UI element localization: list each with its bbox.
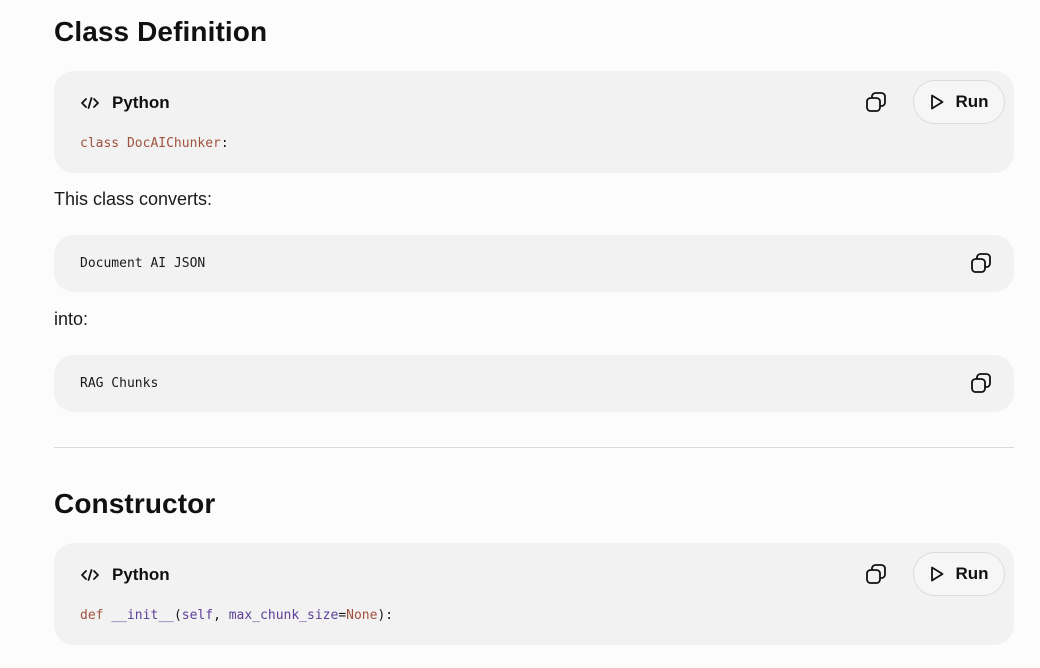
code-content: def __init__(self, max_chunk_size=None): xyxy=(80,608,393,623)
paragraph-text: This class converts: xyxy=(54,189,213,209)
play-icon xyxy=(931,566,944,582)
code-punctuation: , xyxy=(213,608,229,623)
code-parameter: max_chunk_size xyxy=(228,608,339,623)
copy-button[interactable] xyxy=(968,250,994,276)
copy-icon xyxy=(971,373,991,393)
code-class-name: DocAIChunker xyxy=(126,136,221,151)
copy-icon xyxy=(866,92,886,112)
code-punctuation: : xyxy=(220,136,229,151)
plain-code-block-input: Document AI JSON xyxy=(54,235,1014,292)
copy-button[interactable] xyxy=(863,561,889,587)
plain-code-content: Document AI JSON xyxy=(80,256,206,271)
copy-icon xyxy=(971,253,991,273)
play-icon xyxy=(931,94,944,110)
code-block-class-definition: Python class DocAIChunker: Run xyxy=(54,71,1014,173)
code-function-name: __init__ xyxy=(111,608,174,623)
run-button[interactable]: Run xyxy=(913,80,1005,124)
copy-button[interactable] xyxy=(968,370,994,396)
section-heading-constructor: Constructor xyxy=(54,488,216,519)
code-language-label: Python xyxy=(112,93,170,112)
code-default-value: None xyxy=(346,608,378,623)
code-block-header: Python xyxy=(80,565,170,585)
code-self: self xyxy=(181,608,214,623)
code-block-header: Python xyxy=(80,93,170,113)
copy-icon xyxy=(866,564,886,584)
section-heading-class-definition: Class Definition xyxy=(54,16,268,47)
code-keyword: def xyxy=(80,608,104,623)
plain-code-block-output: RAG Chunks xyxy=(54,355,1014,412)
code-icon xyxy=(81,97,99,109)
run-button-label: Run xyxy=(955,564,989,583)
code-icon xyxy=(81,569,99,581)
code-language-label: Python xyxy=(112,565,170,584)
chat-response-page: Class Definition Python class DocAIChunk… xyxy=(0,0,1040,668)
copy-button[interactable] xyxy=(863,89,889,115)
plain-code-content: RAG Chunks xyxy=(80,376,159,391)
code-punctuation: ( xyxy=(173,608,182,623)
run-button[interactable]: Run xyxy=(913,552,1005,596)
code-block-constructor: Python def __init__(self, max_chunk_size… xyxy=(54,543,1014,645)
code-punctuation: ): xyxy=(377,608,394,623)
run-button-label: Run xyxy=(955,92,989,111)
code-content: class DocAIChunker: xyxy=(80,136,229,151)
section-divider xyxy=(54,447,1014,448)
code-keyword: class xyxy=(80,136,120,151)
code-punctuation: = xyxy=(338,608,347,623)
paragraph-text: into: xyxy=(54,309,89,329)
